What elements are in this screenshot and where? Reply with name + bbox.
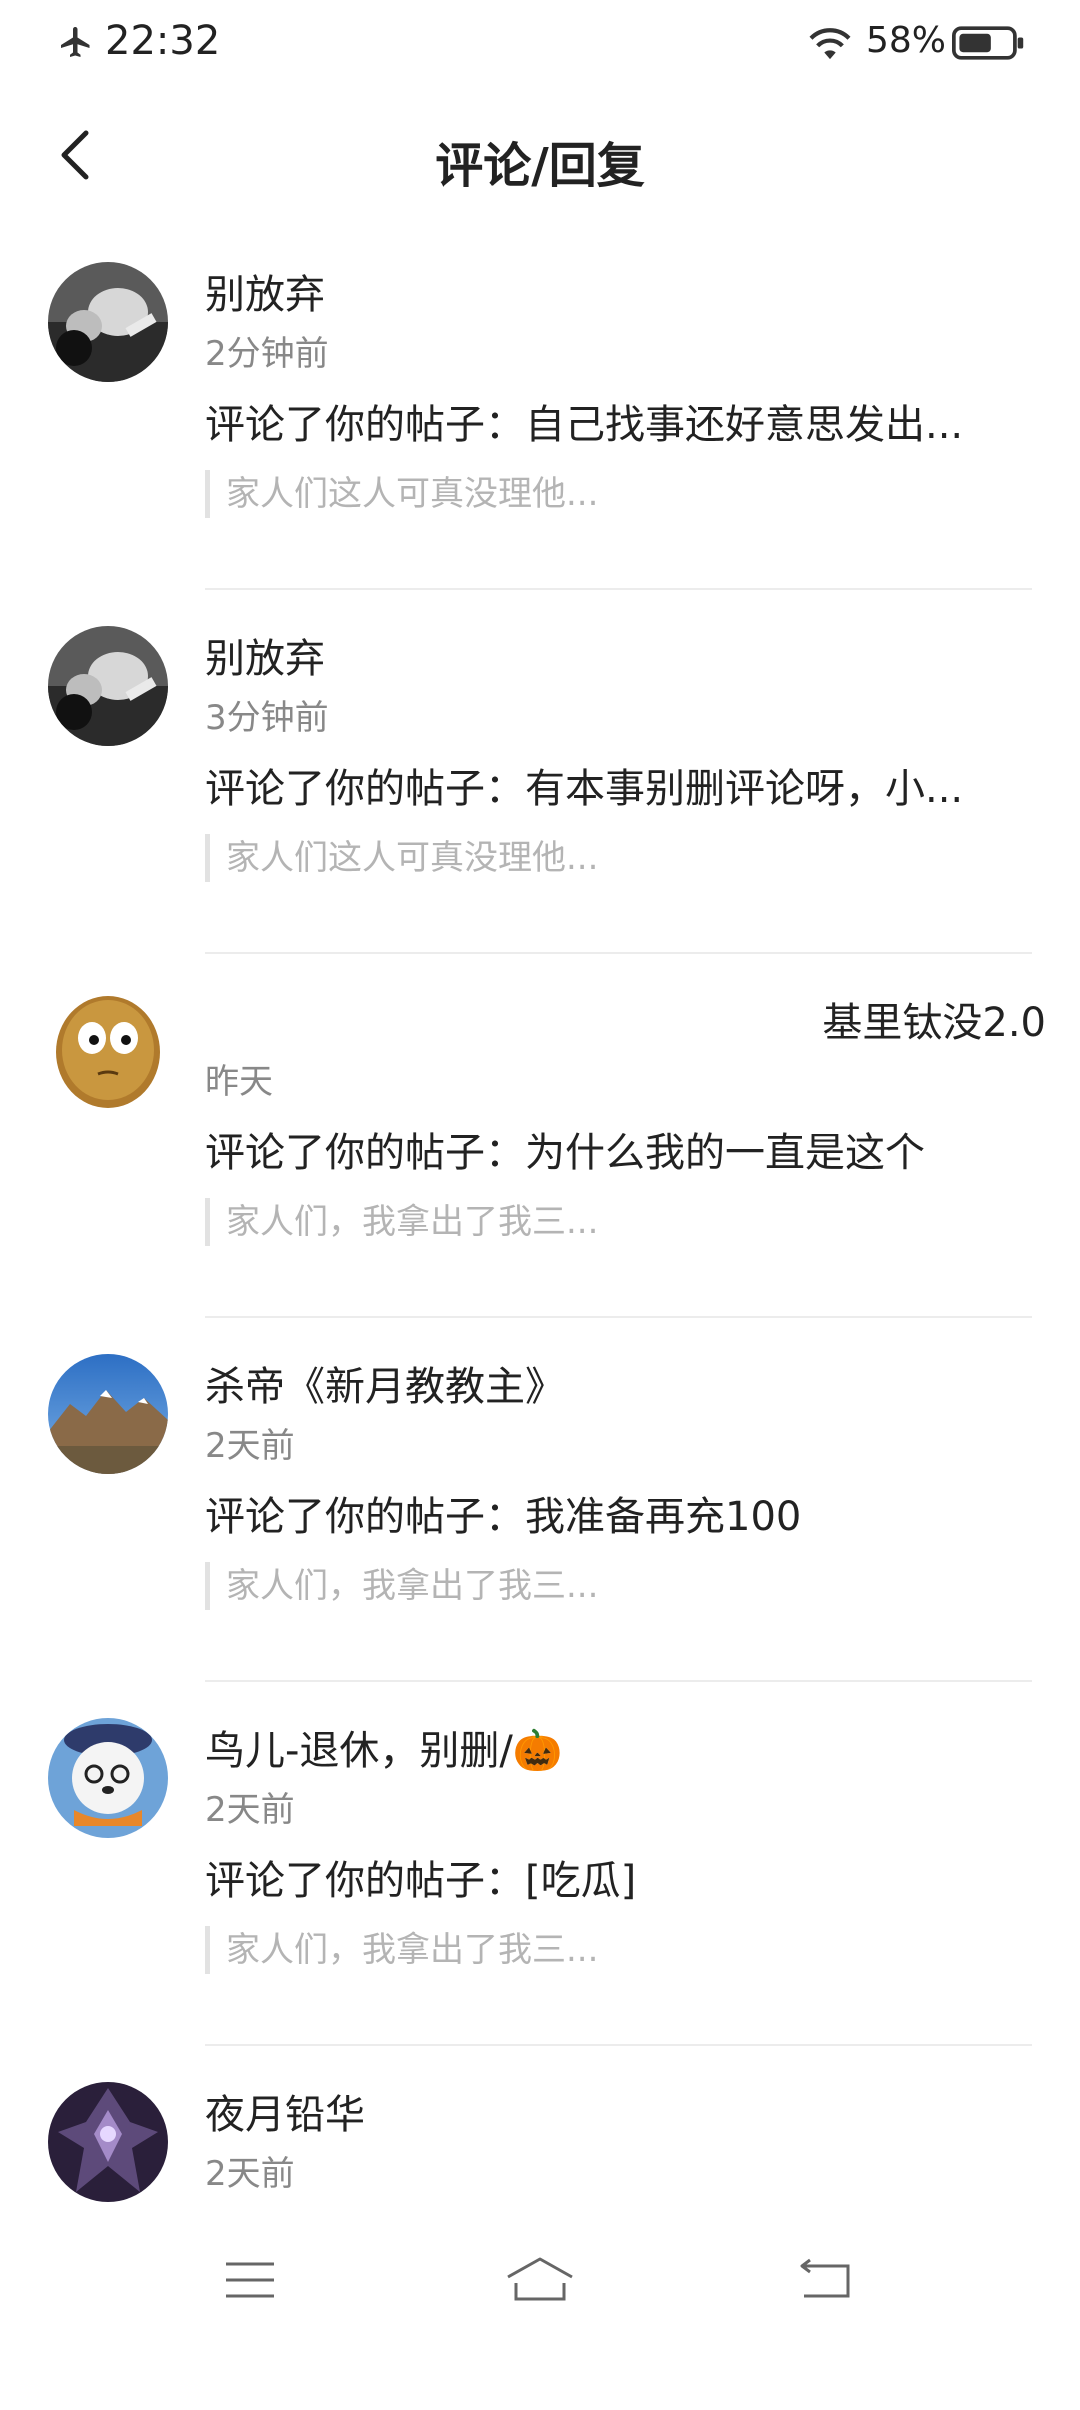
comment-list[interactable]: 别放弃 2分钟前 评论了你的帖子：自己找事还好意思发出... 家人们这人可真没理… <box>0 226 1080 2410</box>
home-icon <box>507 2257 573 2301</box>
comment-time: 2天前 <box>205 1790 295 1830</box>
quoted-post[interactable]: 家人们，我拿出了我三... <box>205 1926 598 1974</box>
list-item[interactable]: 杀帝《新月教教主》 2天前 评论了你的帖子：我准备再充100 家人们，我拿出了我… <box>0 1318 1080 1682</box>
back-icon <box>800 2258 850 2298</box>
quoted-post[interactable]: 家人们，我拿出了我三... <box>205 1198 598 1246</box>
avatar[interactable] <box>48 262 168 382</box>
home-button[interactable] <box>490 2248 590 2312</box>
battery-percent: 58% <box>866 20 947 61</box>
airplane-icon <box>61 27 90 57</box>
commenter-name[interactable]: 基里钛没2.0 <box>822 990 1046 1048</box>
comment-text[interactable]: 评论了你的帖子：[吃瓜] <box>205 1848 636 1906</box>
battery-icon <box>952 26 1024 60</box>
commenter-name[interactable]: 杀帝《新月教教主》 <box>205 1354 565 1412</box>
comment-text[interactable]: 评论了你的帖子：为什么我的一直是这个 <box>205 1120 925 1178</box>
back-nav-button[interactable] <box>776 2248 876 2312</box>
comment-text[interactable]: 评论了你的帖子：我准备再充100 <box>205 1484 801 1542</box>
comment-time: 2分钟前 <box>205 334 329 374</box>
avatar[interactable] <box>48 990 168 1110</box>
avatar[interactable] <box>48 1718 168 1838</box>
menu-icon <box>226 2262 274 2298</box>
avatar[interactable] <box>48 1354 168 1474</box>
menu-button[interactable] <box>200 2248 300 2312</box>
commenter-name[interactable]: 夜月铅华 <box>205 2082 365 2140</box>
comment-time: 2天前 <box>205 2154 295 2194</box>
wifi-icon <box>809 28 851 60</box>
status-bar: 22:32 58% <box>0 0 1080 86</box>
header: 评论/回复 <box>0 100 1080 220</box>
commenter-name[interactable]: 鸟儿-退休，别删/🎃 <box>205 1718 563 1776</box>
comment-text[interactable]: 评论了你的帖子：有本事别删评论呀，小... <box>205 756 963 814</box>
list-item[interactable]: 基里钛没2.0 昨天 评论了你的帖子：为什么我的一直是这个 家人们，我拿出了我三… <box>0 954 1080 1318</box>
comment-time: 2天前 <box>205 1426 295 1466</box>
commenter-name[interactable]: 别放弃 <box>205 626 325 684</box>
quoted-post[interactable]: 家人们，我拿出了我三... <box>205 1562 598 1610</box>
commenter-name[interactable]: 别放弃 <box>205 262 325 320</box>
quoted-post[interactable]: 家人们这人可真没理他... <box>205 470 598 518</box>
list-item[interactable]: 鸟儿-退休，别删/🎃 2天前 评论了你的帖子：[吃瓜] 家人们，我拿出了我三..… <box>0 1682 1080 2046</box>
comment-text[interactable]: 评论了你的帖子：自己找事还好意思发出... <box>205 392 963 450</box>
status-time: 22:32 <box>105 18 221 64</box>
quoted-post[interactable]: 家人们这人可真没理他... <box>205 834 598 882</box>
comment-time: 昨天 <box>205 1062 273 1102</box>
nav-bar <box>0 2220 1080 2340</box>
comment-time: 3分钟前 <box>205 698 329 738</box>
avatar[interactable] <box>48 2082 168 2202</box>
avatar[interactable] <box>48 626 168 746</box>
list-item[interactable]: 别放弃 2分钟前 评论了你的帖子：自己找事还好意思发出... 家人们这人可真没理… <box>0 226 1080 590</box>
list-item[interactable]: 别放弃 3分钟前 评论了你的帖子：有本事别删评论呀，小... 家人们这人可真没理… <box>0 590 1080 954</box>
page-title: 评论/回复 <box>435 138 645 194</box>
